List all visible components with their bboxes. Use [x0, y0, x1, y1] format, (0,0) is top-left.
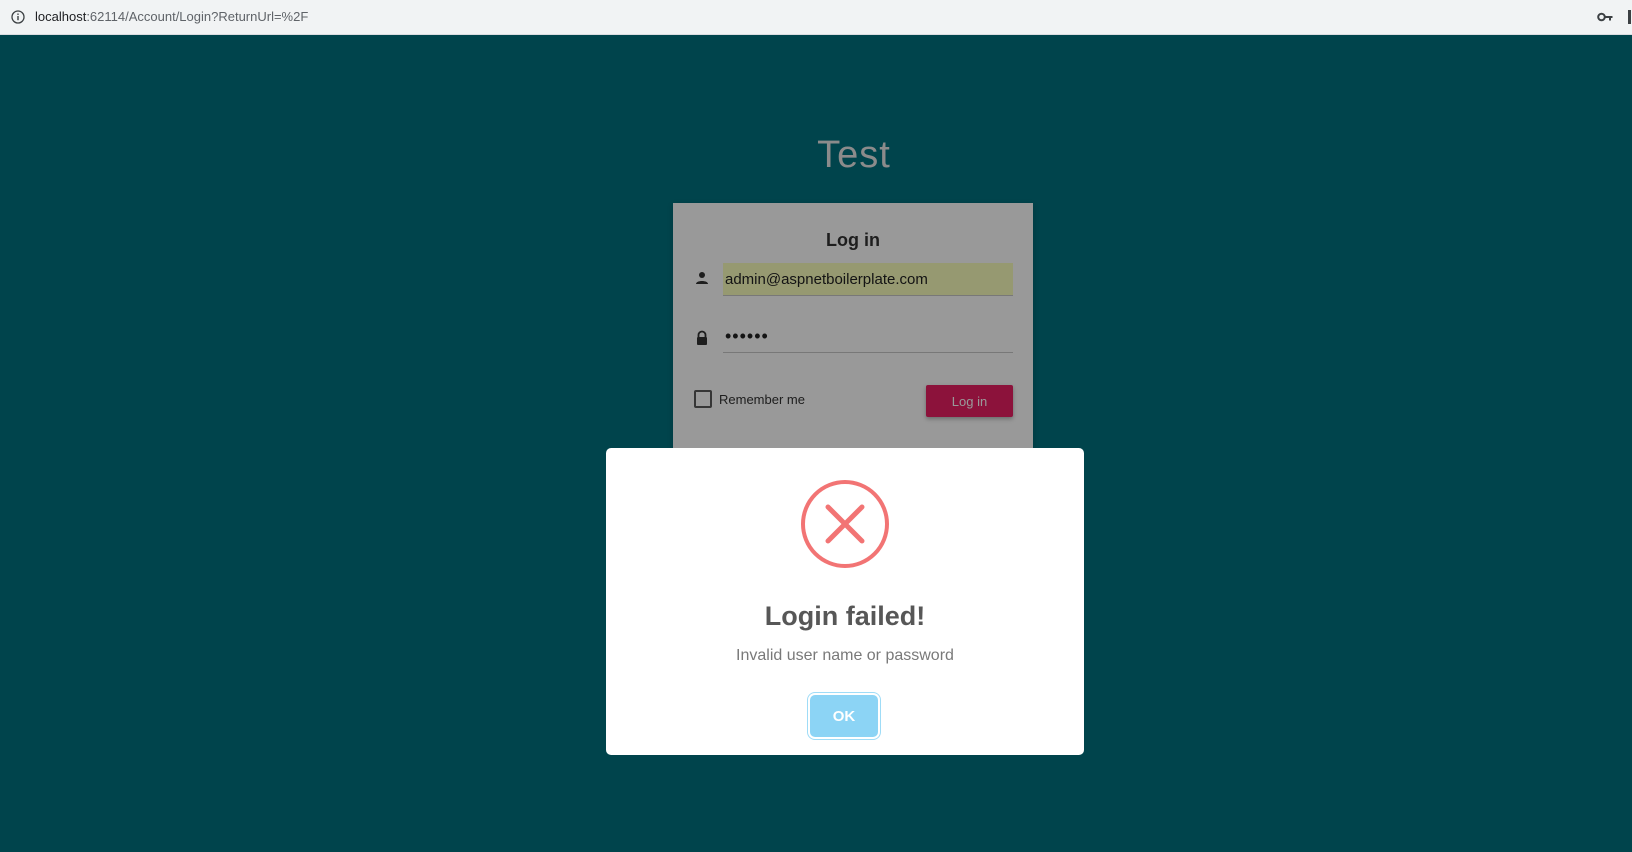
dialog-title: Login failed!	[764, 601, 926, 631]
url-text[interactable]: localhost:62114/Account/Login?ReturnUrl=…	[35, 9, 308, 24]
error-x-icon	[801, 480, 889, 568]
ok-button[interactable]: OK	[810, 695, 878, 737]
login-failed-dialog: Login failed! Invalid user name or passw…	[606, 448, 1084, 755]
dialog-message: Invalid user name or password	[736, 647, 954, 664]
key-icon[interactable]	[1597, 10, 1613, 24]
toolbar-edge	[1628, 10, 1631, 24]
url-path: :62114/Account/Login?ReturnUrl=%2F	[86, 9, 309, 24]
browser-window: localhost:62114/Account/Login?ReturnUrl=…	[0, 0, 1632, 852]
address-bar[interactable]: localhost:62114/Account/Login?ReturnUrl=…	[0, 0, 1632, 35]
url-host: localhost	[35, 9, 87, 24]
info-icon[interactable]	[11, 10, 25, 24]
